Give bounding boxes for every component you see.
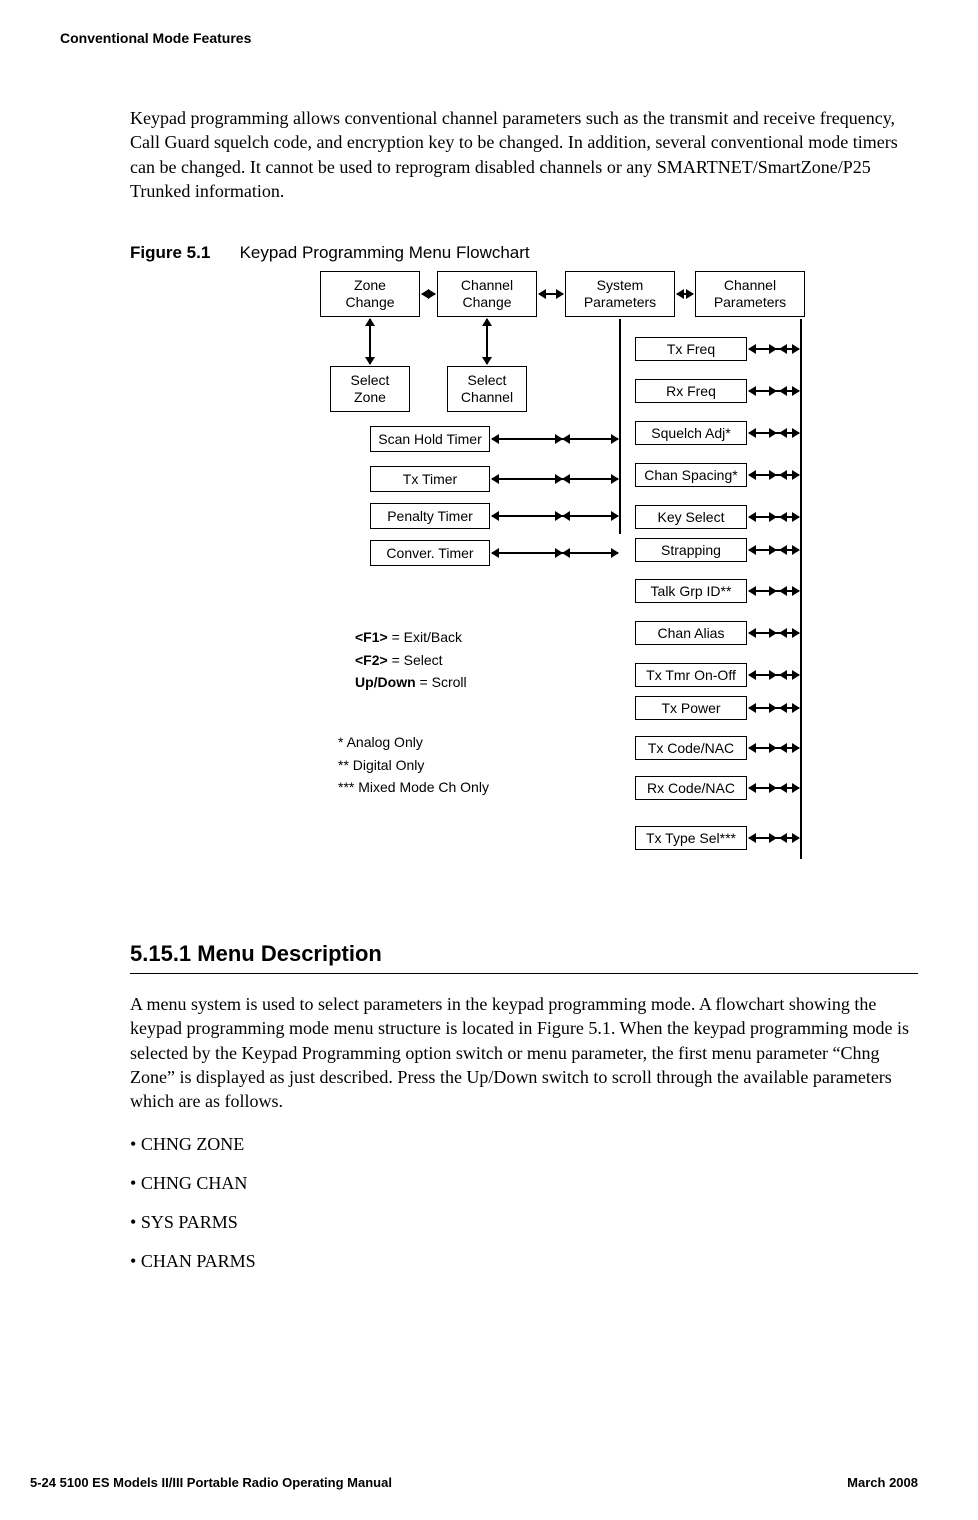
figure-caption: Figure 5.1 Keypad Programming Menu Flowc… [130,243,918,263]
arrow-v-channel [486,319,488,364]
footnote-legend: * Analog Only ** Digital Only *** Mixed … [338,731,489,798]
trunk-channel [800,319,802,859]
conn-ch-8 [749,674,799,676]
bullet-list: CHNG ZONE CHNG CHAN SYS PARMS CHAN PARMS [130,1132,918,1275]
list-item: CHNG ZONE [130,1132,918,1157]
box-penalty-timer: Penalty Timer [370,503,490,529]
legend-f1-key: <F1> [355,629,388,645]
box-channel-parameters: ChannelParameters [695,271,805,317]
arrow-top-2 [539,293,563,295]
box-rx-freq: Rx Freq [635,379,747,403]
box-channel-change: ChannelChange [437,271,537,317]
arrow-top-1 [422,293,435,295]
page-footer: 5-24 5100 ES Models II/III Portable Radi… [30,1475,918,1490]
trunk-system [619,319,621,534]
conn-ch-11 [749,787,799,789]
figure-title: Keypad Programming Menu Flowchart [240,243,530,262]
box-zone-change: ZoneChange [320,271,420,317]
running-header: Conventional Mode Features [60,30,918,46]
list-item: CHNG CHAN [130,1171,918,1196]
box-select-zone: SelectZone [330,366,410,412]
footer-right: March 2008 [847,1475,918,1490]
list-item: CHAN PARMS [130,1249,918,1274]
box-select-channel: SelectChannel [447,366,527,412]
box-talk-grp-id: Talk Grp ID** [635,579,747,603]
note-mixed-mode: *** Mixed Mode Ch Only [338,776,489,798]
conn-sys-2 [492,515,618,517]
conn-ch-7 [749,632,799,634]
section-rule [130,973,918,974]
legend-f1-desc: = Exit/Back [388,629,462,645]
box-squelch-adj: Squelch Adj* [635,421,747,445]
box-strapping: Strapping [635,538,747,562]
conn-sys-3 [492,552,618,554]
arrow-top-3 [677,293,693,295]
box-rx-code-nac: Rx Code/NAC [635,776,747,800]
intro-paragraph: Keypad programming allows conventional c… [130,106,918,203]
box-scan-hold-timer: Scan Hold Timer [370,426,490,452]
note-analog-only: * Analog Only [338,731,489,753]
box-tx-freq: Tx Freq [635,337,747,361]
box-chan-alias: Chan Alias [635,621,747,645]
conn-ch-3 [749,474,799,476]
footer-left: 5-24 5100 ES Models II/III Portable Radi… [30,1475,392,1490]
box-tx-type-sel: Tx Type Sel*** [635,826,747,850]
conn-ch-5 [749,549,799,551]
box-key-select: Key Select [635,505,747,529]
legend-f2-desc: = Select [388,652,443,668]
conn-ch-2 [749,432,799,434]
list-item: SYS PARMS [130,1210,918,1235]
box-tx-power: Tx Power [635,696,747,720]
legend-updown-key: Up/Down [355,674,416,690]
key-legend: <F1> = Exit/Back <F2> = Select Up/Down =… [355,626,467,693]
legend-f2-key: <F2> [355,652,388,668]
conn-ch-9 [749,707,799,709]
arrow-v-zone [369,319,371,364]
conn-ch-10 [749,747,799,749]
conn-ch-12 [749,837,799,839]
figure-label: Figure 5.1 [130,243,210,262]
box-chan-spacing: Chan Spacing* [635,463,747,487]
box-system-parameters: SystemParameters [565,271,675,317]
box-conver-timer: Conver. Timer [370,540,490,566]
legend-updown-desc: = Scroll [416,674,467,690]
flowchart-diagram: ZoneChange ChannelChange SystemParameter… [240,271,918,891]
box-tx-timer: Tx Timer [370,466,490,492]
note-digital-only: ** Digital Only [338,754,489,776]
box-tx-code-nac: Tx Code/NAC [635,736,747,760]
conn-ch-0 [749,348,799,350]
conn-sys-1 [492,478,618,480]
section-paragraph: A menu system is used to select paramete… [130,992,918,1113]
conn-sys-0 [492,438,618,440]
conn-ch-4 [749,516,799,518]
section-heading: 5.15.1 Menu Description [130,941,918,967]
box-tx-tmr-onoff: Tx Tmr On-Off [635,663,747,687]
conn-ch-6 [749,590,799,592]
conn-ch-1 [749,390,799,392]
